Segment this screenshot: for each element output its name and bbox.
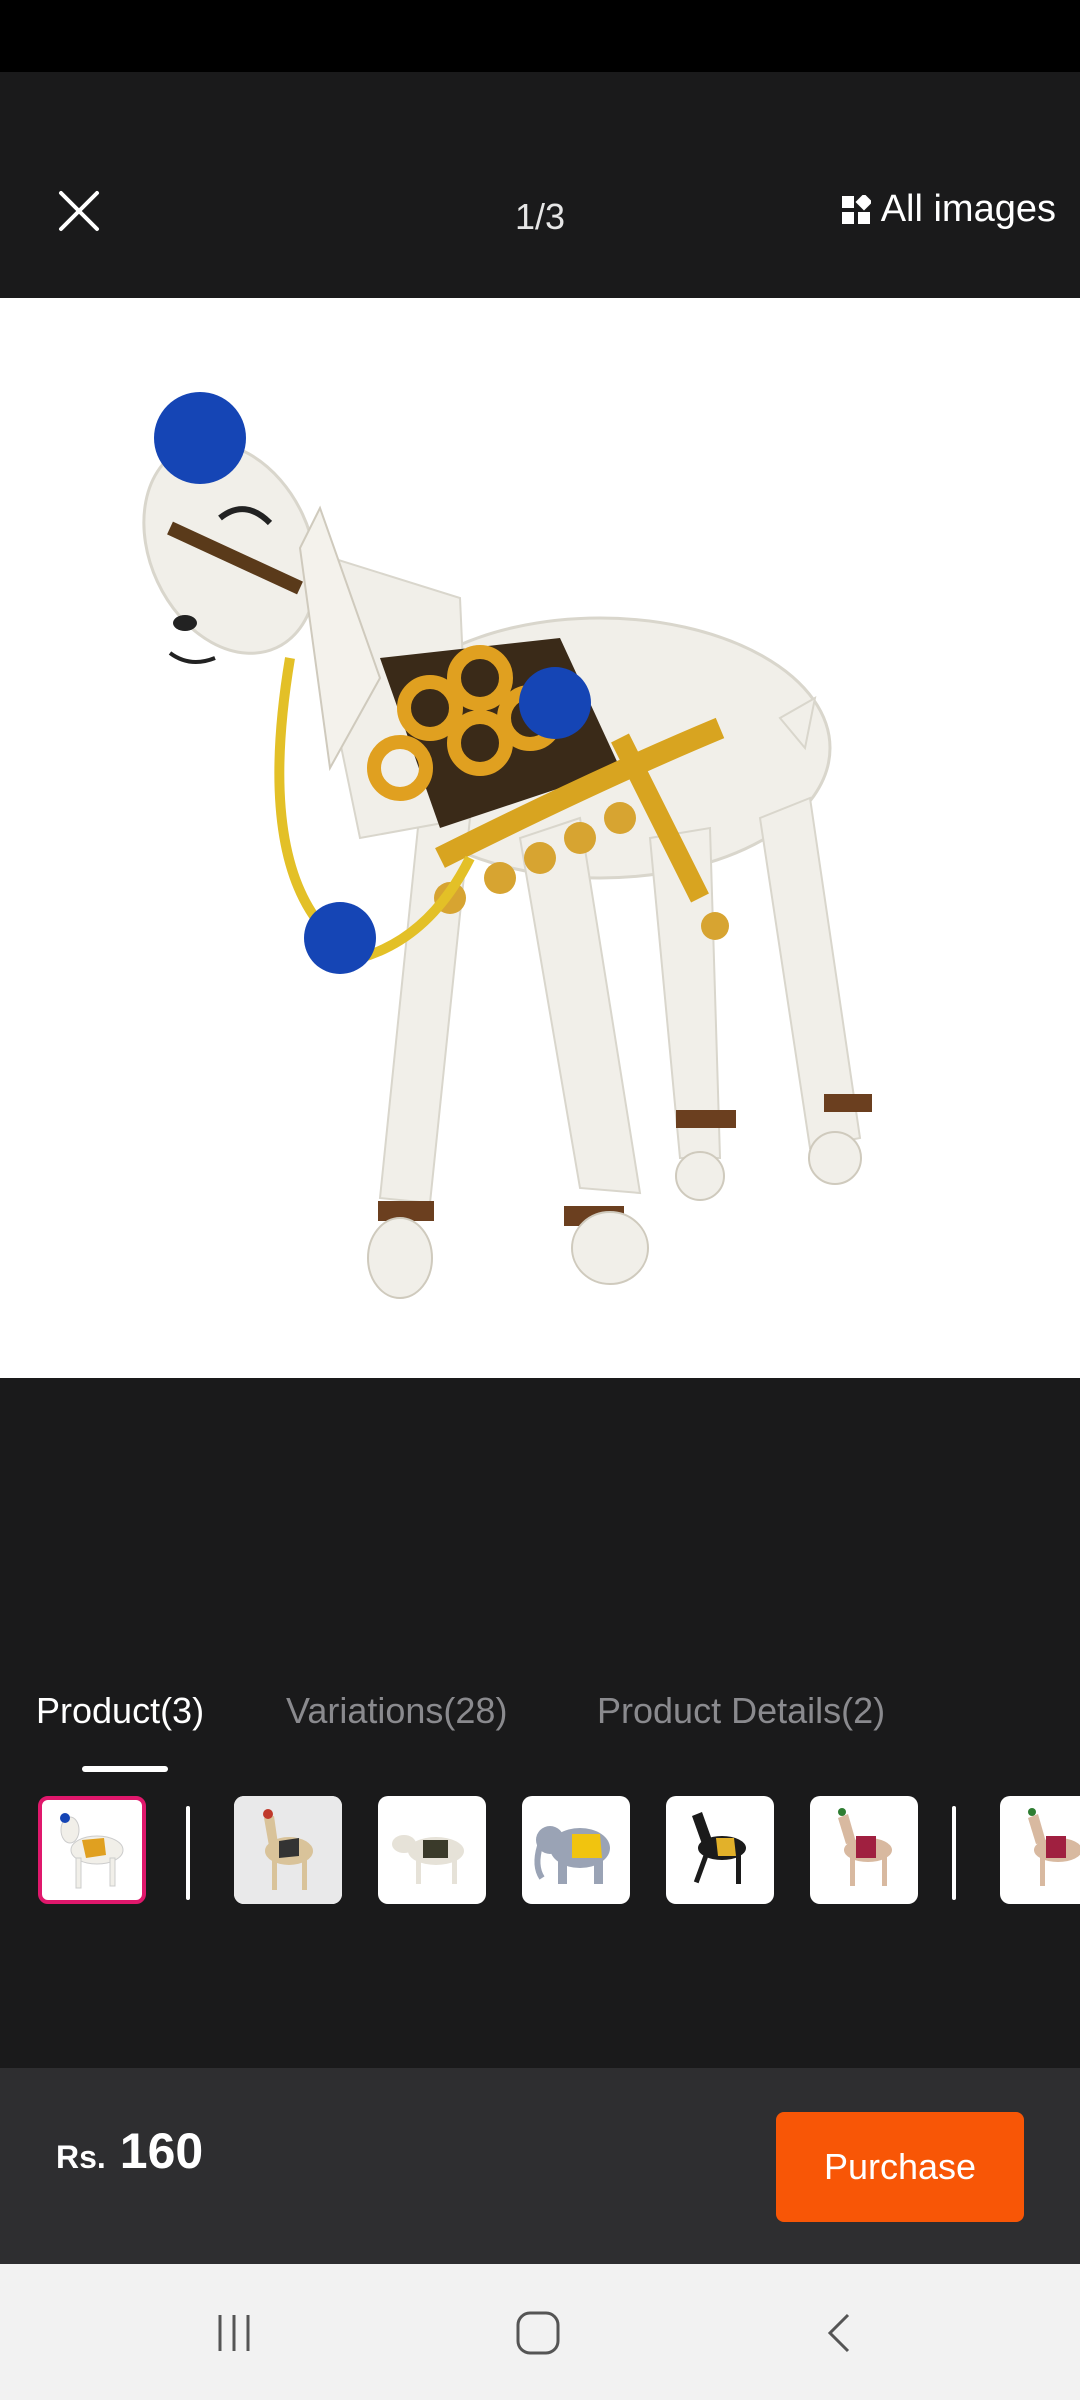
price-currency: Rs.: [56, 2139, 106, 2175]
active-tab-indicator: [82, 1766, 168, 1772]
thumbnail-camel[interactable]: [234, 1796, 342, 1904]
thumbnail-black-horse[interactable]: [666, 1796, 774, 1904]
back-button[interactable]: [800, 2298, 880, 2368]
purchase-button[interactable]: Purchase: [776, 2112, 1024, 2222]
black-horse-thumbnail-image: [692, 1812, 746, 1884]
thumbnail-ox[interactable]: [378, 1796, 486, 1904]
all-images-label: All images: [880, 188, 1056, 230]
goat-thumbnail-image: [60, 1813, 124, 1889]
camel-thumbnail-image: [234, 1796, 342, 1904]
recents-button[interactable]: [194, 2298, 274, 2368]
product-image[interactable]: [0, 298, 1080, 1378]
ox-thumbnail-image: [392, 1835, 464, 1884]
tan-horse-variation-thumbnail-image: [1028, 1808, 1080, 1886]
home-button[interactable]: [498, 2298, 578, 2368]
thumbnail-tan-horse-variation[interactable]: [1000, 1796, 1080, 1904]
tab-variations[interactable]: Variations(28): [286, 1690, 507, 1732]
purchase-label: Purchase: [823, 2146, 977, 2187]
recents-icon: [218, 2315, 250, 2351]
price: Rs. 160: [56, 2122, 203, 2180]
all-images-button[interactable]: All images: [841, 188, 1056, 231]
thumbnail-elephant[interactable]: [522, 1796, 630, 1904]
grid-icon: [841, 194, 871, 224]
elephant-thumbnail-image: [534, 1826, 610, 1884]
tab-product-details[interactable]: Product Details(2): [597, 1690, 885, 1732]
media-tabs: Product(3) Variations(28) Product Detail…: [0, 1690, 1080, 1770]
thumbnail-divider: [952, 1806, 956, 1900]
thumbnail-divider: [186, 1806, 190, 1900]
tan-horse-thumbnail-image: [838, 1808, 892, 1886]
back-icon: [827, 2313, 850, 2353]
status-bar: [0, 0, 1080, 72]
tab-product[interactable]: Product(3): [36, 1690, 204, 1732]
thumbnail-goat[interactable]: [38, 1796, 146, 1904]
viewer-header: [0, 72, 1080, 298]
thumbnail-tan-horse[interactable]: [810, 1796, 918, 1904]
goat-figurine-illustration: [142, 392, 872, 1299]
price-value: 160: [119, 2123, 204, 2179]
home-icon: [516, 2311, 560, 2355]
